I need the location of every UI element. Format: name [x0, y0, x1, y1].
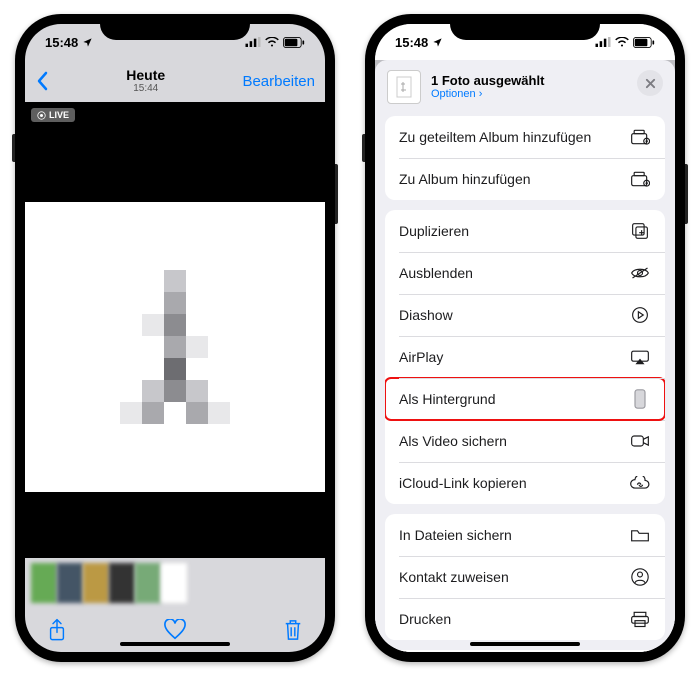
phone-icon: [634, 389, 646, 409]
nav-bar: Heute 15:44 Bearbeiten: [25, 60, 325, 102]
duplicate-icon: [631, 222, 649, 240]
row-assign-contact[interactable]: Kontakt zuweisen: [385, 556, 665, 598]
row-hide[interactable]: Ausblenden: [385, 252, 665, 294]
row-save-files[interactable]: In Dateien sichern: [385, 514, 665, 556]
row-save-video[interactable]: Als Video sichern: [385, 420, 665, 462]
wifi-icon: [265, 37, 279, 47]
notch: [100, 14, 250, 40]
sheet-thumbnail: [387, 70, 421, 104]
close-button[interactable]: [637, 70, 663, 96]
photo-canvas: [25, 202, 325, 492]
video-icon: [630, 434, 650, 448]
folder-icon: [630, 527, 650, 543]
action-group: Zu geteiltem Album hinzufügen Zu Album h…: [385, 116, 665, 200]
nav-subtitle: 15:44: [126, 83, 165, 94]
row-airplay[interactable]: AirPlay: [385, 336, 665, 378]
cloud-link-icon: [629, 476, 651, 490]
airplay-icon: [630, 349, 650, 365]
screen-left: 15:48 Heute 15:44 Bearbeiten LIVE: [25, 24, 325, 652]
row-label: Drucken: [399, 611, 451, 627]
row-label: Zu Album hinzufügen: [399, 171, 531, 187]
row-icloud-link[interactable]: iCloud-Link kopieren: [385, 462, 665, 504]
photo-viewer[interactable]: LIVE: [25, 102, 325, 558]
notch: [450, 14, 600, 40]
nav-title: Heute: [126, 68, 165, 83]
location-icon: [432, 37, 443, 48]
phone-mockup-right: 15:48 1 Foto ausgewählt Optionen ›: [365, 14, 685, 662]
row-label: Als Video sichern: [399, 433, 507, 449]
row-label: Zu geteiltem Album hinzufügen: [399, 129, 591, 145]
live-badge: LIVE: [31, 108, 75, 122]
row-label: Kontakt zuweisen: [399, 569, 509, 585]
screen-right: 15:48 1 Foto ausgewählt Optionen ›: [375, 24, 675, 652]
row-label: AirPlay: [399, 349, 443, 365]
album-shared-icon: [630, 128, 650, 146]
sheet-header: 1 Foto ausgewählt Optionen ›: [375, 60, 675, 116]
action-group: In Dateien sichern Kontakt zuweisen Druc…: [385, 514, 665, 640]
live-icon: [37, 111, 46, 120]
back-chevron-icon[interactable]: [35, 71, 49, 91]
row-label: Als Hintergrund: [399, 391, 496, 407]
row-wallpaper[interactable]: Als Hintergrund: [385, 378, 665, 420]
row-label: In Dateien sichern: [399, 527, 512, 543]
hide-icon: [630, 266, 650, 280]
action-group: Film exportieren: [385, 650, 665, 652]
printer-icon: [630, 610, 650, 628]
action-group: Duplizieren Ausblenden Diashow AirPlay: [385, 210, 665, 504]
row-label: Diashow: [399, 307, 453, 323]
nav-title-block: Heute 15:44: [126, 68, 165, 94]
share-sheet: 1 Foto ausgewählt Optionen › Zu geteilte…: [375, 60, 675, 652]
signal-icon: [595, 37, 611, 47]
thumbnail-strip[interactable]: [25, 558, 325, 608]
home-indicator[interactable]: [120, 642, 230, 646]
sheet-title: 1 Foto ausgewählt: [431, 74, 544, 88]
share-icon[interactable]: [47, 618, 67, 642]
battery-icon: [633, 37, 655, 48]
location-icon: [82, 37, 93, 48]
row-duplicate[interactable]: Duplizieren: [385, 210, 665, 252]
row-add-album[interactable]: Zu Album hinzufügen: [385, 158, 665, 200]
pixelated-photo: [120, 270, 230, 424]
signal-icon: [245, 37, 261, 47]
row-slideshow[interactable]: Diashow: [385, 294, 665, 336]
heart-icon[interactable]: [163, 619, 187, 641]
home-indicator[interactable]: [470, 642, 580, 646]
row-shared-album[interactable]: Zu geteiltem Album hinzufügen: [385, 116, 665, 158]
row-print[interactable]: Drucken: [385, 598, 665, 640]
close-icon: [645, 78, 656, 89]
row-label: Duplizieren: [399, 223, 469, 239]
edit-button[interactable]: Bearbeiten: [242, 73, 315, 90]
album-add-icon: [630, 170, 650, 188]
action-list[interactable]: Zu geteiltem Album hinzufügen Zu Album h…: [375, 116, 675, 652]
battery-icon: [283, 37, 305, 48]
status-time: 15:48: [395, 35, 428, 50]
status-time: 15:48: [45, 35, 78, 50]
sheet-options-button[interactable]: Optionen ›: [431, 88, 544, 100]
phone-mockup-left: 15:48 Heute 15:44 Bearbeiten LIVE: [15, 14, 335, 662]
row-export-film[interactable]: Film exportieren: [385, 650, 665, 652]
wifi-icon: [615, 37, 629, 47]
contact-icon: [631, 568, 649, 586]
row-label: iCloud-Link kopieren: [399, 475, 527, 491]
row-label: Ausblenden: [399, 265, 473, 281]
play-circle-icon: [631, 306, 649, 324]
trash-icon[interactable]: [283, 618, 303, 642]
